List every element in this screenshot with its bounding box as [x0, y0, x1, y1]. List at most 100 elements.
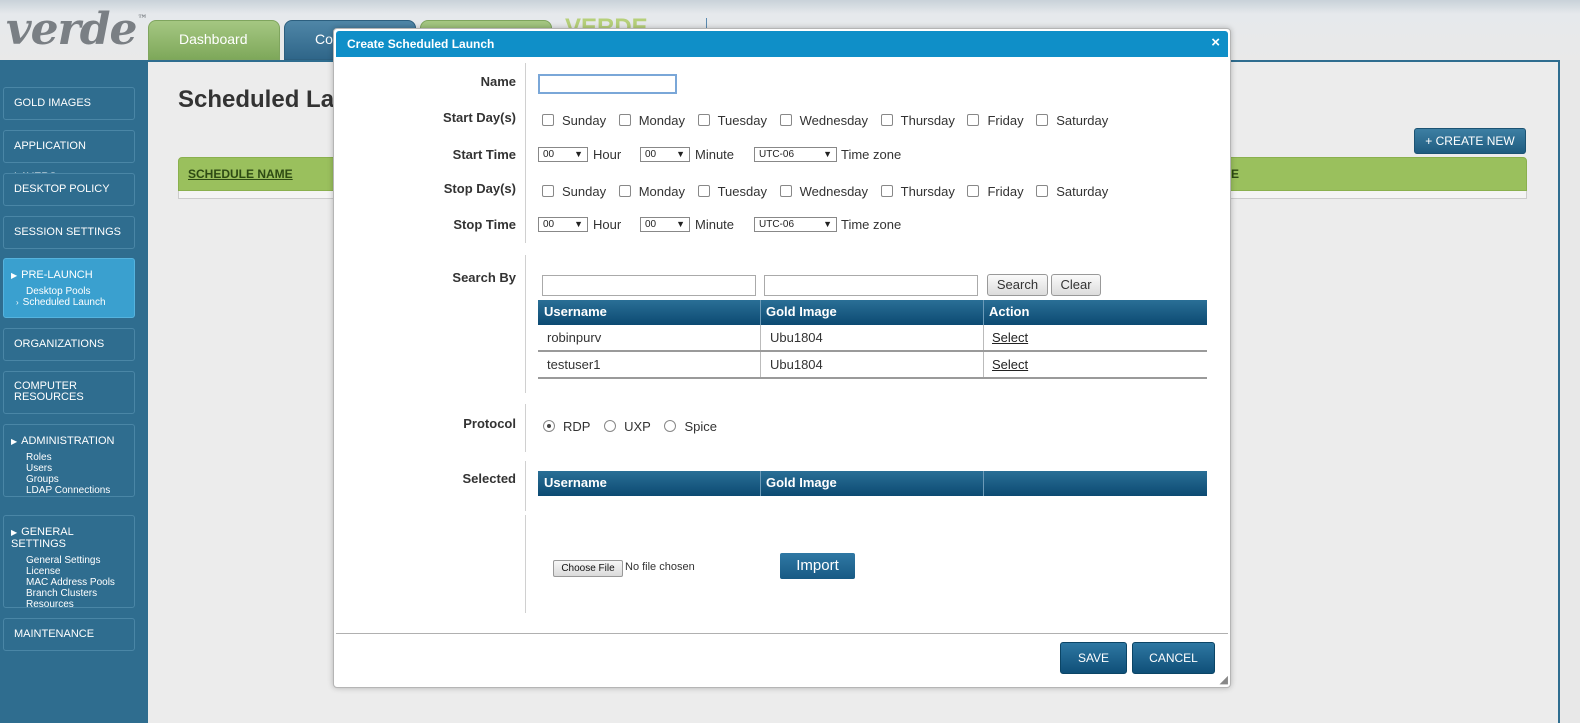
- select-link[interactable]: Select: [992, 330, 1028, 345]
- protocol-option-spice[interactable]: Spice: [664, 419, 717, 434]
- start-day-tuesday[interactable]: Tuesday: [697, 113, 767, 128]
- start-minute-select[interactable]: 00 ▼: [640, 147, 690, 162]
- stop-day-friday[interactable]: Friday: [967, 184, 1024, 199]
- close-icon[interactable]: ×: [1211, 34, 1220, 51]
- start-day-saturday[interactable]: Saturday: [1036, 113, 1108, 128]
- sidebar-subitem-label: Scheduled Launch: [22, 297, 106, 308]
- protocol-option-rdp[interactable]: RDP: [543, 419, 590, 434]
- day-label: Wednesday: [799, 113, 869, 128]
- minute-label: Minute: [695, 217, 735, 232]
- clear-button[interactable]: Clear: [1051, 274, 1101, 296]
- sidebar-subitem-general-settings[interactable]: General Settings: [11, 555, 124, 566]
- day-label: Monday: [638, 113, 685, 128]
- choose-file-button[interactable]: Choose File: [553, 560, 623, 577]
- sidebar-item-desktop-policy[interactable]: DESKTOP POLICY: [3, 173, 135, 206]
- sidebar-subitem-groups[interactable]: Groups: [11, 474, 124, 485]
- sidebar-item-maintenance[interactable]: MAINTENANCE: [3, 618, 135, 651]
- sidebar-subitem-mac-address-pools[interactable]: MAC Address Pools: [11, 577, 124, 588]
- column-gold-image: Gold Image: [766, 304, 837, 319]
- sidebar-subitem-desktop-pools[interactable]: Desktop Pools: [11, 286, 124, 297]
- checkbox[interactable]: [880, 185, 893, 197]
- start-day-friday[interactable]: Friday: [967, 113, 1024, 128]
- sidebar-item-pre-launch[interactable]: ▶ PRE-LAUNCH Desktop Pools › Scheduled Lau…: [3, 258, 135, 318]
- field-divider: [525, 255, 526, 393]
- stop-day-thursday[interactable]: Thursday: [880, 184, 955, 199]
- start-day-sunday[interactable]: Sunday: [542, 113, 606, 128]
- select-link[interactable]: Select: [992, 357, 1028, 372]
- checkbox[interactable]: [967, 185, 980, 197]
- minute-label: Minute: [695, 147, 735, 162]
- stop-day-tuesday[interactable]: Tuesday: [697, 184, 767, 199]
- sidebar-item-organizations[interactable]: ORGANIZATIONS: [3, 328, 135, 361]
- sidebar-subitem-roles[interactable]: Roles: [11, 452, 124, 463]
- sidebar-item-gold-images[interactable]: GOLD IMAGES: [3, 87, 135, 120]
- sidebar-item-administration[interactable]: ▶ ADMINISTRATION Roles Users Groups LDAP …: [3, 424, 135, 497]
- search-username-input[interactable]: [542, 275, 756, 296]
- start-day-monday[interactable]: Monday: [618, 113, 685, 128]
- dropdown-arrow-icon: ▼: [574, 149, 583, 159]
- checkbox[interactable]: [542, 114, 554, 126]
- sidebar-subitem-resources[interactable]: Resources: [11, 599, 124, 610]
- search-button[interactable]: Search: [987, 274, 1048, 296]
- import-button[interactable]: Import: [780, 553, 855, 579]
- sidebar-item-session-settings[interactable]: SESSION SETTINGS: [3, 216, 135, 249]
- sidebar-item-label: PRE-LAUNCH: [21, 269, 93, 281]
- column-divider: [760, 352, 761, 377]
- sidebar-subitem-users[interactable]: Users: [11, 463, 124, 474]
- checkbox[interactable]: [779, 185, 792, 197]
- checkbox[interactable]: [967, 114, 980, 126]
- save-button[interactable]: SAVE: [1060, 642, 1127, 674]
- sidebar-item-label: SESSION SETTINGS: [14, 226, 121, 238]
- sidebar-item-general-settings[interactable]: ▶ GENERAL SETTINGS General Settings Licen…: [3, 515, 135, 610]
- caret-right-icon: ▶: [11, 528, 18, 537]
- stop-day-wednesday[interactable]: Wednesday: [779, 184, 868, 199]
- radio-button[interactable]: [604, 420, 617, 432]
- checkbox[interactable]: [542, 185, 554, 197]
- radio-button[interactable]: [543, 420, 555, 432]
- checkbox[interactable]: [779, 114, 792, 126]
- day-label: Monday: [638, 184, 685, 199]
- search-gold-image-input[interactable]: [764, 275, 978, 296]
- create-new-button[interactable]: + CREATE NEW: [1414, 128, 1526, 154]
- stop-hour-select[interactable]: 00 ▼: [538, 217, 588, 232]
- checkbox[interactable]: [618, 185, 631, 197]
- sidebar-subitem-license[interactable]: License: [11, 566, 124, 577]
- checkbox[interactable]: [618, 114, 631, 126]
- sidebar-item-application-layers[interactable]: APPLICATION LAYERS: [3, 130, 135, 183]
- sidebar-subitem-scheduled-launch[interactable]: › Scheduled Launch: [11, 297, 124, 308]
- protocol-option-uxp[interactable]: UXP: [604, 419, 651, 434]
- stop-timezone-select[interactable]: UTC-06 ▼: [754, 217, 837, 232]
- day-label: Friday: [987, 184, 1024, 199]
- stop-day-sunday[interactable]: Sunday: [542, 184, 606, 199]
- name-input[interactable]: [538, 74, 677, 94]
- select-value: 00: [645, 219, 657, 230]
- column-username: Username: [544, 475, 607, 490]
- checkbox[interactable]: [697, 185, 710, 197]
- resize-grip-icon[interactable]: ◢: [1220, 673, 1228, 686]
- caret-right-icon: ▶: [11, 271, 18, 280]
- sidebar-subitem-branch-clusters[interactable]: Branch Clusters: [11, 588, 124, 599]
- cell-gold-image: Ubu1804: [770, 357, 823, 372]
- checkbox[interactable]: [697, 114, 710, 126]
- sidebar-item-label: MAINTENANCE: [14, 628, 95, 640]
- sidebar-item-computer-resources[interactable]: COMPUTER RESOURCES: [3, 371, 135, 414]
- column-schedule-name[interactable]: SCHEDULE NAME: [188, 167, 293, 181]
- start-day-thursday[interactable]: Thursday: [880, 113, 955, 128]
- checkbox[interactable]: [1036, 114, 1049, 126]
- tab-dashboard[interactable]: Dashboard: [148, 20, 280, 60]
- sidebar-item-label: COMPUTER RESOURCES: [14, 380, 84, 403]
- dropdown-arrow-icon: ▼: [823, 219, 832, 229]
- start-timezone-select[interactable]: UTC-06 ▼: [754, 147, 837, 162]
- column-divider: [983, 300, 984, 325]
- sidebar-subitem-ldap-connections[interactable]: LDAP Connections: [11, 485, 124, 496]
- checkbox[interactable]: [880, 114, 893, 126]
- checkbox[interactable]: [1036, 185, 1049, 197]
- stop-day-monday[interactable]: Monday: [618, 184, 685, 199]
- start-hour-select[interactable]: 00 ▼: [538, 147, 588, 162]
- sidebar-item-label: ORGANIZATIONS: [14, 338, 105, 350]
- cancel-button[interactable]: CANCEL: [1132, 642, 1215, 674]
- stop-day-saturday[interactable]: Saturday: [1036, 184, 1108, 199]
- radio-button[interactable]: [664, 420, 677, 432]
- stop-minute-select[interactable]: 00 ▼: [640, 217, 690, 232]
- start-day-wednesday[interactable]: Wednesday: [779, 113, 869, 128]
